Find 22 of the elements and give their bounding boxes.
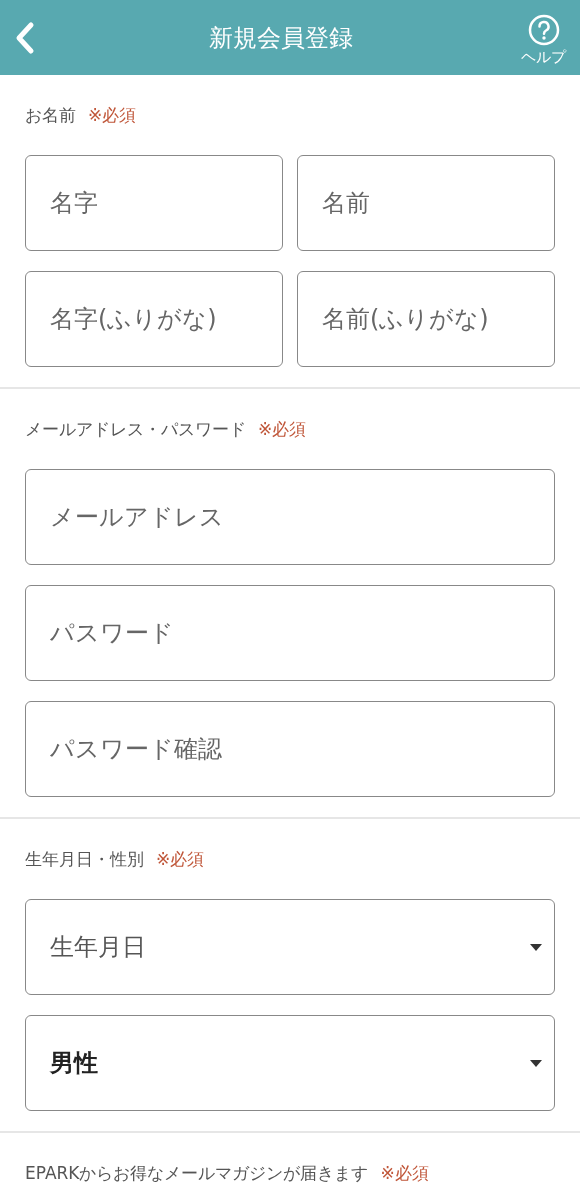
page-title: 新規会員登録 [208, 22, 353, 54]
select-field[interactable]: 生年月日 [25, 899, 555, 995]
required-mark: ※必須 [258, 417, 307, 441]
required-mark: ※必須 [156, 847, 205, 871]
dropdown-caret-icon [530, 943, 542, 951]
input-field[interactable]: パスワード確認 [25, 701, 555, 797]
input-field[interactable]: 名前 [297, 155, 555, 251]
help-icon [527, 14, 560, 46]
select-field[interactable]: 男性 [25, 1015, 555, 1111]
input-field[interactable]: 名前(ふりがな) [297, 271, 555, 367]
back-icon [14, 20, 36, 55]
required-mark: ※必須 [88, 103, 137, 127]
section-label: メールアドレス・パスワード [25, 417, 246, 441]
section-label: 生年月日・性別 [25, 847, 144, 871]
input-field[interactable]: パスワード [25, 585, 555, 681]
input-field[interactable]: メールアドレス [25, 469, 555, 565]
dropdown-caret-icon [530, 1059, 542, 1067]
section-label: お名前 [25, 103, 76, 127]
required-mark: ※必須 [380, 1161, 429, 1185]
input-field[interactable]: 名字(ふりがな) [25, 271, 283, 367]
section-label: EPARKからお得なメールマガジンが届きます [25, 1161, 369, 1185]
input-field[interactable]: 名字 [25, 155, 283, 251]
